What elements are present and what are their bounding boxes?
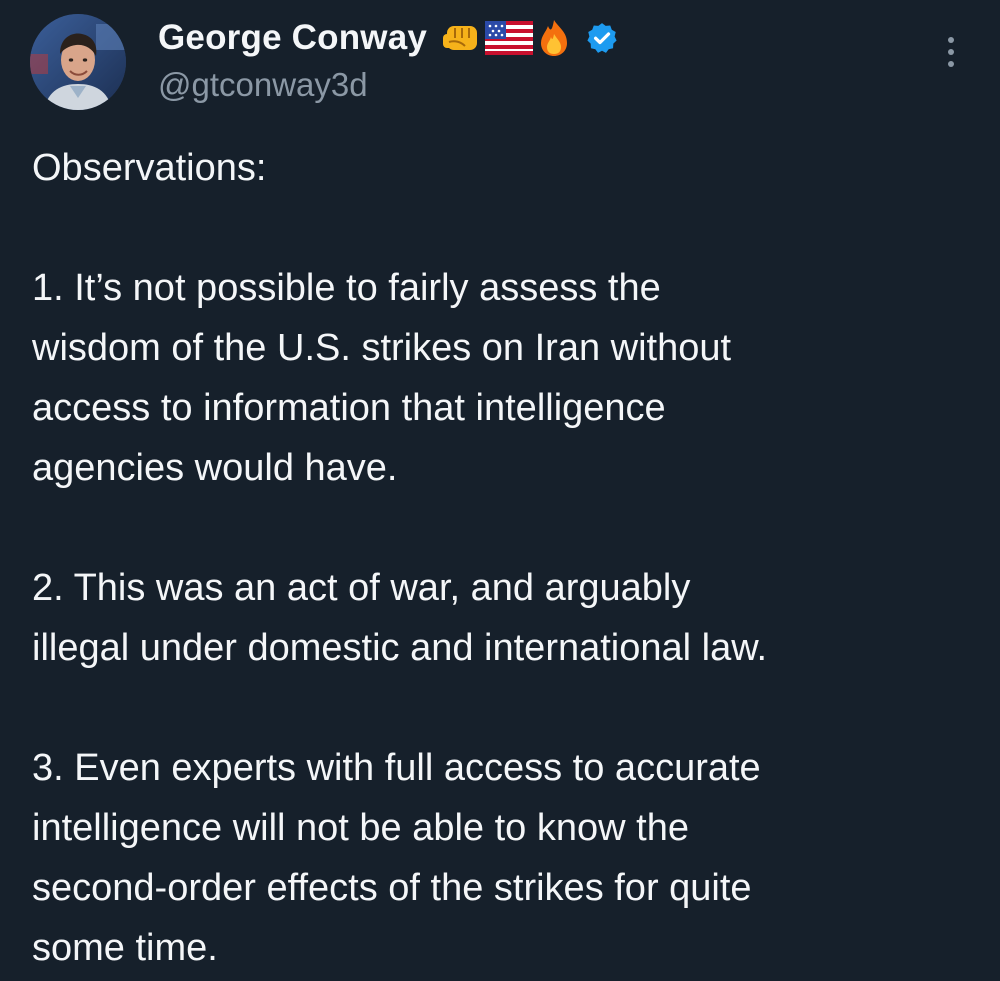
verified-badge-icon[interactable] <box>585 21 619 55</box>
more-dot <box>948 61 954 67</box>
tweet-point-1: 1. It’s not possible to fairly assess th… <box>32 267 732 489</box>
profile-photo <box>30 14 126 110</box>
name-row: George Conway <box>158 14 619 62</box>
fire-emoji-icon <box>537 18 571 58</box>
tweet-point-3: 3. Even experts with full access to accu… <box>32 747 761 969</box>
display-name[interactable]: George Conway <box>158 18 427 58</box>
user-handle[interactable]: @gtconway3d <box>158 66 368 104</box>
avatar[interactable] <box>30 14 126 110</box>
tweet-text: Observations: 1. It’s not possible to fa… <box>32 138 982 978</box>
tweet-header: George Conway @gtconway3d <box>0 0 1000 125</box>
more-options-icon[interactable] <box>936 32 966 72</box>
tweet-card: George Conway @gtconway3d Observations: … <box>0 0 1000 981</box>
more-dot <box>948 49 954 55</box>
us-flag-emoji-icon <box>485 21 534 55</box>
name-emojis <box>441 18 571 58</box>
tweet-intro: Observations: <box>32 147 267 189</box>
tweet-point-2: 2. This was an act of war, and arguably … <box>32 567 768 669</box>
fist-emoji-icon <box>441 20 481 56</box>
more-dot <box>948 37 954 43</box>
